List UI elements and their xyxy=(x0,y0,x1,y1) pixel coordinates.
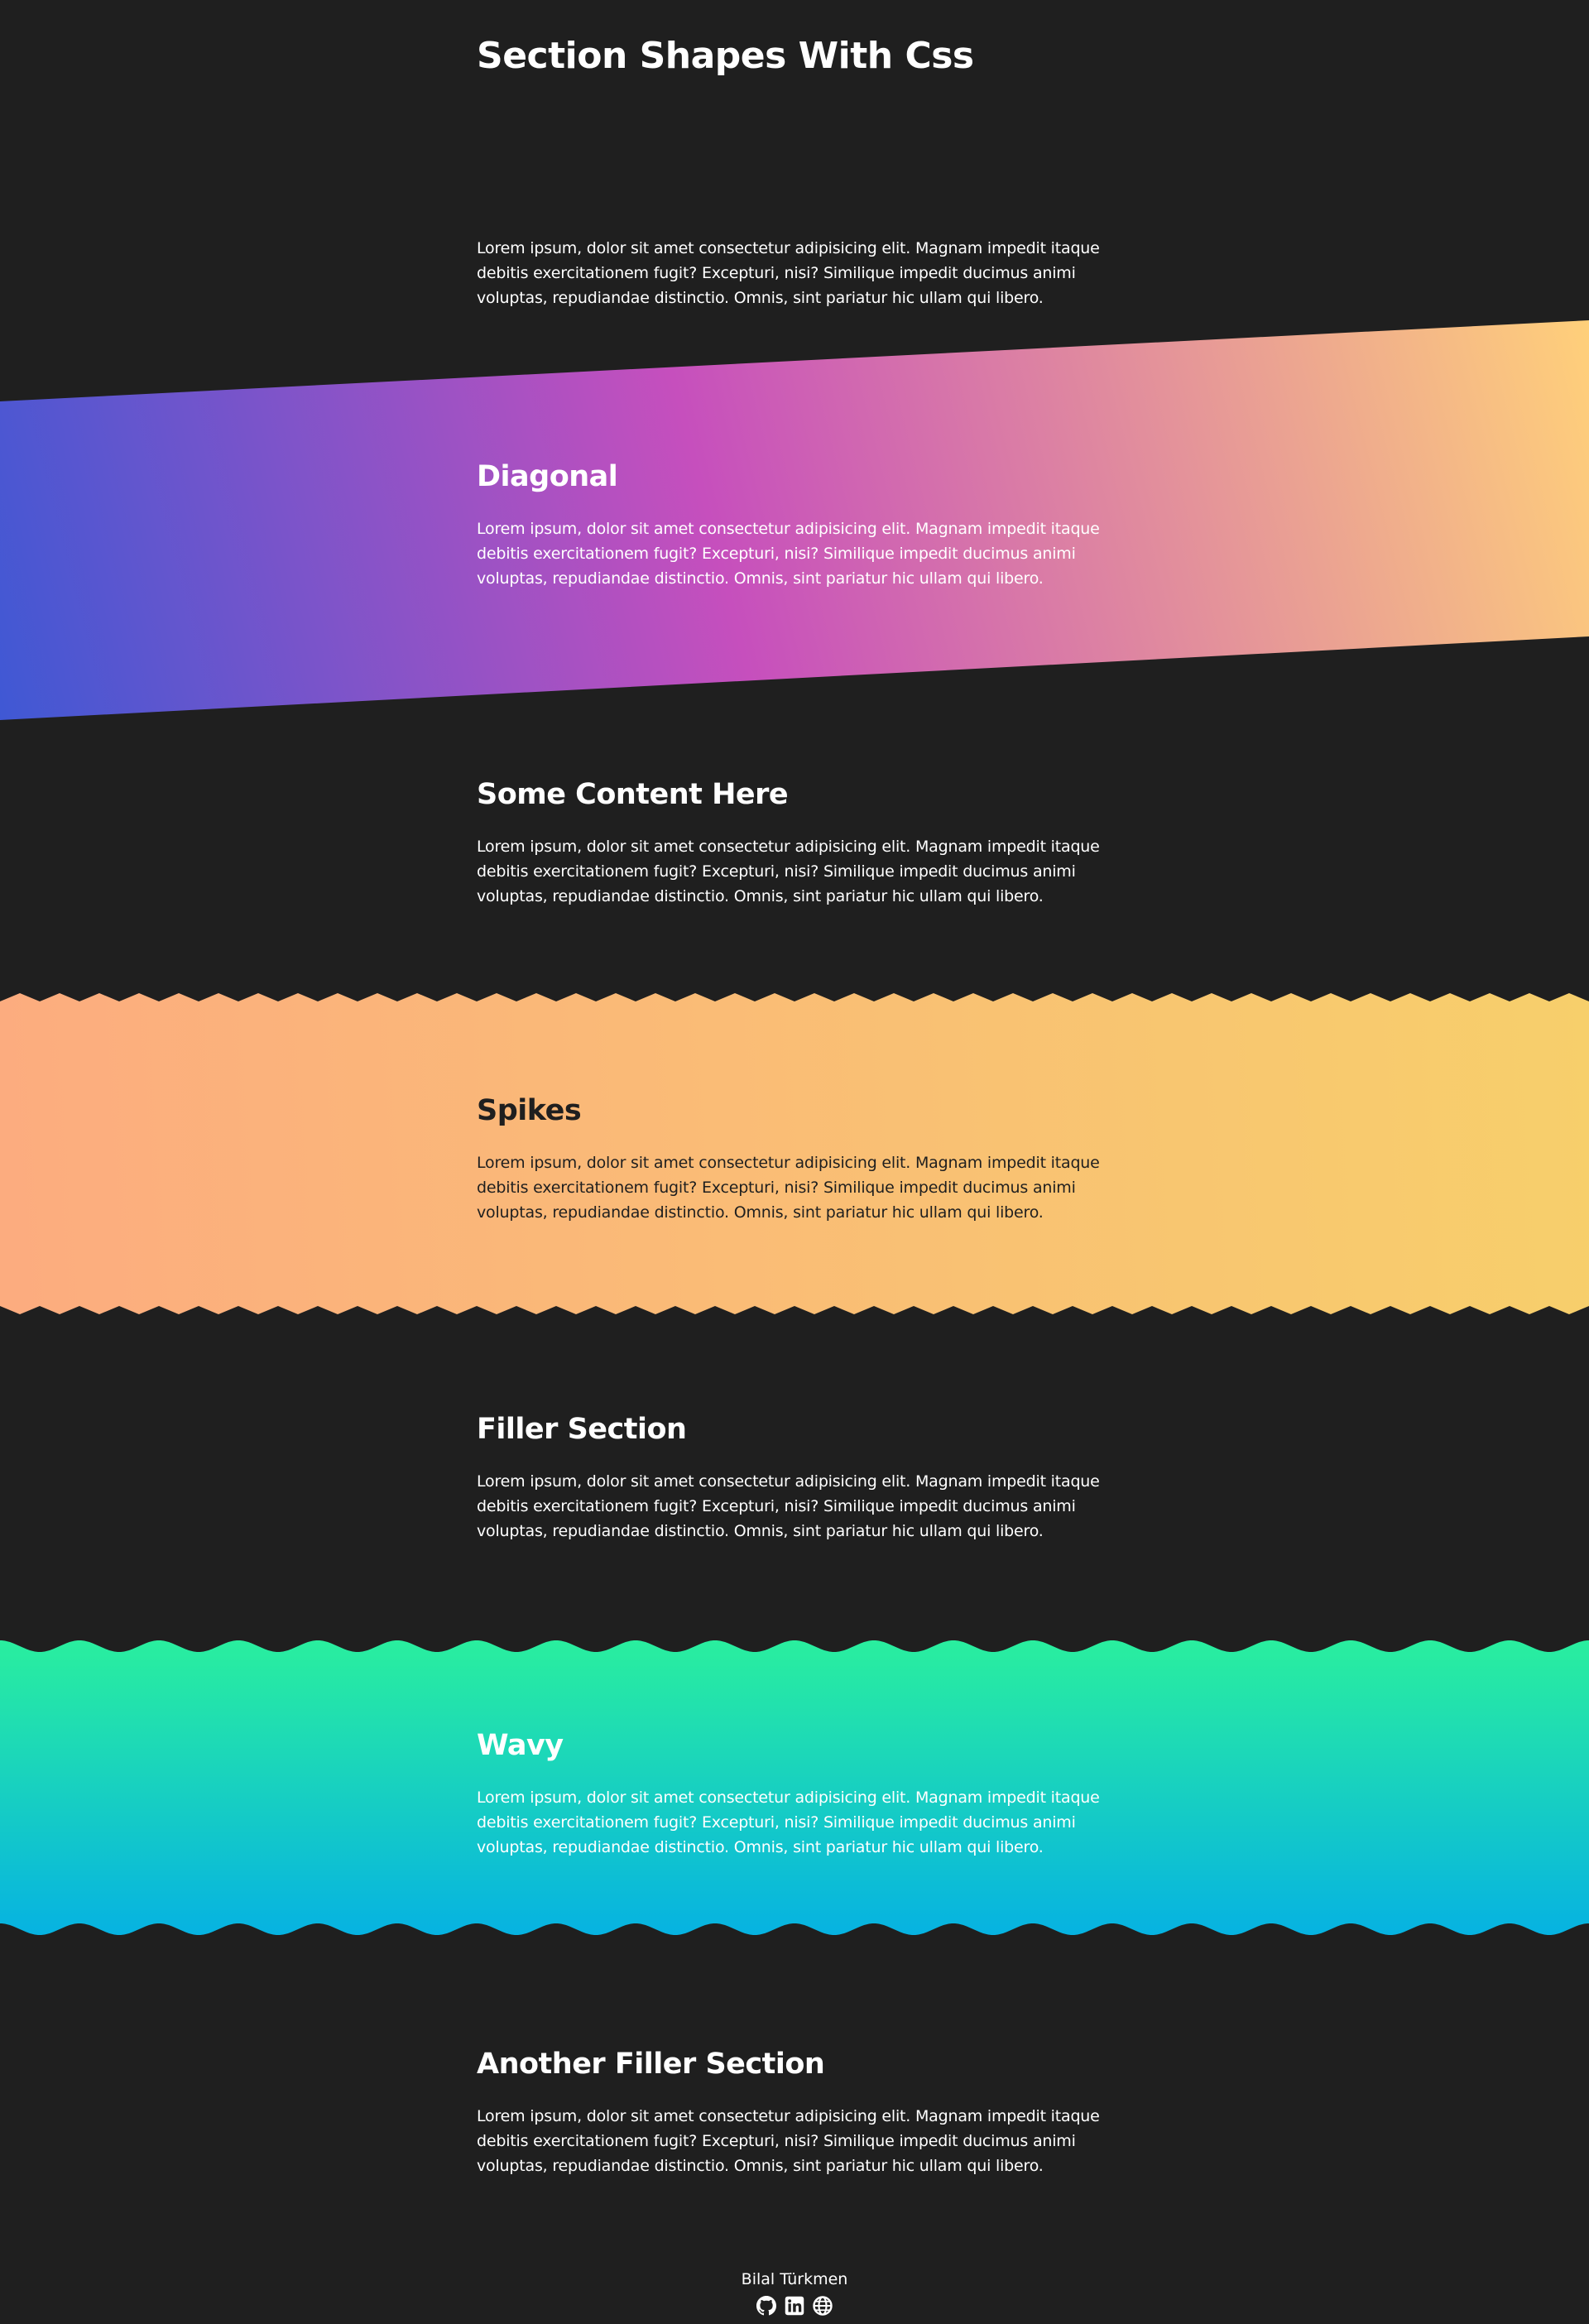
filler-title: Filler Section xyxy=(477,1413,687,1446)
diagonal-title: Diagonal xyxy=(477,460,618,493)
wavy-section: Wavy Lorem ipsum, dolor sit amet consect… xyxy=(0,1639,1589,1937)
spikes-text: Lorem ipsum, dolor sit amet consectetur … xyxy=(477,1154,1100,1222)
some-content-text: Lorem ipsum, dolor sit amet consectetur … xyxy=(477,838,1100,905)
another-filler-text: Lorem ipsum, dolor sit amet consectetur … xyxy=(477,2107,1100,2175)
another-filler-section: Another Filler Section Lorem ipsum, dolo… xyxy=(477,2046,1112,2178)
github-icon[interactable] xyxy=(756,2296,776,2316)
some-content-section: Some Content Here Lorem ipsum, dolor sit… xyxy=(477,776,1112,909)
filler-text: Lorem ipsum, dolor sit amet consectetur … xyxy=(477,1472,1100,1540)
filler-section: Filler Section Lorem ipsum, dolor sit am… xyxy=(477,1411,1112,1544)
wavy-text: Lorem ipsum, dolor sit amet consectetur … xyxy=(477,1789,1100,1856)
diagonal-section: Diagonal Lorem ipsum, dolor sit amet con… xyxy=(0,318,1589,722)
intro-text: Lorem ipsum, dolor sit amet consectetur … xyxy=(477,239,1100,307)
another-filler-title: Another Filler Section xyxy=(477,2048,825,2081)
footer-social-links xyxy=(0,2296,1589,2316)
diagonal-text: Lorem ipsum, dolor sit amet consectetur … xyxy=(477,520,1100,588)
spikes-section: Spikes Lorem ipsum, dolor sit amet conse… xyxy=(0,993,1589,1314)
intro-section: Section Shapes With Css Lorem ipsum, dol… xyxy=(477,33,1112,310)
globe-icon[interactable] xyxy=(813,2296,833,2316)
page-title: Section Shapes With Css xyxy=(477,35,974,77)
linkedin-icon[interactable] xyxy=(785,2296,804,2316)
footer-author: Bilal Türkmen xyxy=(741,2270,848,2288)
some-content-title: Some Content Here xyxy=(477,778,789,811)
spikes-title: Spikes xyxy=(477,1094,582,1127)
footer: Bilal Türkmen xyxy=(0,2268,1589,2316)
wavy-title: Wavy xyxy=(477,1729,564,1762)
